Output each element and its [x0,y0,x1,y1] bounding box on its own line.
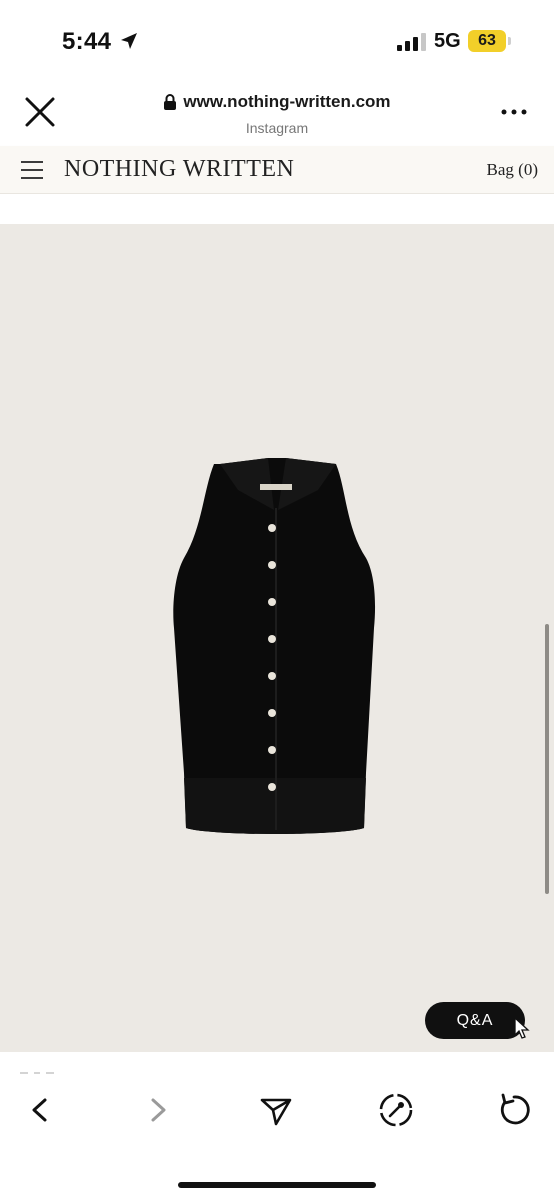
battery-tip [508,37,511,45]
bag-link[interactable]: Bag (0) [487,160,538,180]
home-indicator[interactable] [178,1182,376,1188]
browser-toolbar [0,1082,554,1200]
vest-body-shape [173,458,376,834]
content-below-image [0,1052,554,1082]
menu-icon[interactable] [20,159,44,181]
share-button[interactable] [256,1090,296,1130]
brand-logo[interactable]: NOTHING WRITTEN [64,156,294,183]
url-display[interactable]: www.nothing-written.com Instagram [100,92,454,136]
status-bar: 5:44 5G 63 [0,0,554,80]
site-nav: NOTHING WRITTEN Bag (0) [0,146,554,194]
page-url: www.nothing-written.com [183,92,391,111]
pointer-cursor-icon [514,1016,530,1039]
browser-header: www.nothing-written.com Instagram [0,80,554,146]
forward-button[interactable] [138,1090,178,1130]
status-time: 5:44 [62,28,112,55]
close-icon [25,97,55,127]
label-tag-shape [260,484,292,490]
send-icon [260,1098,292,1126]
location-arrow-icon [121,33,137,49]
close-button[interactable] [20,92,60,132]
product-image[interactable] [140,458,408,848]
qa-button[interactable]: Q&A [425,1002,525,1039]
back-button[interactable] [20,1090,60,1130]
chevron-left-icon [32,1098,47,1122]
more-options-button[interactable] [498,102,530,122]
lock-icon [164,94,177,110]
reload-button[interactable] [494,1090,534,1130]
more-dots-icon [501,109,527,115]
network-type: 5G [434,30,461,52]
battery-level: 63 [468,30,506,52]
product-image-area: Q&A [0,194,554,1052]
chevron-right-icon [151,1098,166,1122]
cropped-text-mark [20,1072,54,1074]
source-app-label: Instagram [245,120,309,136]
open-in-browser-button[interactable] [376,1090,416,1130]
compass-icon [379,1093,413,1127]
reload-icon [500,1093,530,1125]
scroll-indicator[interactable] [545,624,549,894]
cellular-signal-icon [397,33,426,51]
